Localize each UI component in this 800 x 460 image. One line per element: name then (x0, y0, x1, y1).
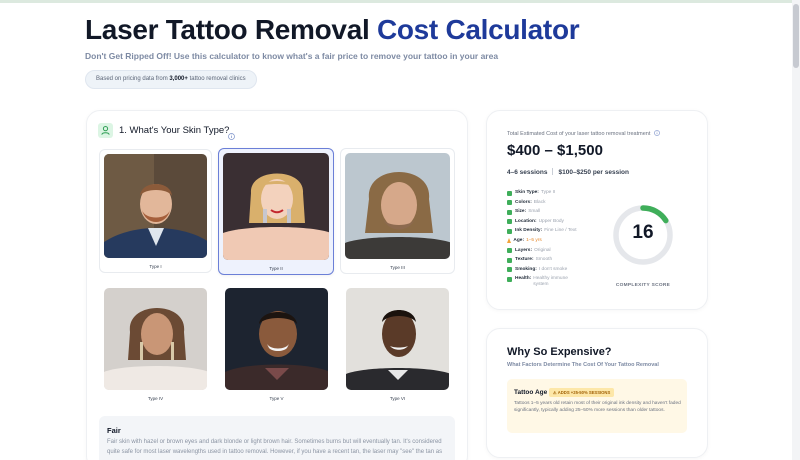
factor-value: Healthy immune system (533, 276, 568, 287)
scrollbar-thumb[interactable] (793, 4, 799, 68)
scrollbar[interactable] (792, 0, 800, 460)
person-icon (98, 123, 113, 138)
factor-value: Upper Body (538, 218, 564, 224)
checkmark-icon (507, 190, 512, 196)
top-accent-line (0, 0, 800, 3)
cost-info-icon[interactable] (654, 130, 660, 136)
factor-value: Small (528, 209, 541, 215)
tattoo-age-badge: ⚠ ADDS +25-50% SESSIONS (549, 388, 615, 397)
pill-prefix: Based on pricing data from (96, 76, 170, 82)
skin-type-option-4[interactable]: Type IV (99, 283, 212, 405)
tattoo-age-text: Tattoos 1–5 years old retain most of the… (514, 401, 681, 414)
cost-heading: Total Estimated Cost of your laser tatto… (507, 130, 660, 137)
factor-value: Type II (540, 190, 556, 195)
data-source-pill: Based on pricing data from 3,000+ tattoo… (85, 70, 257, 89)
skin-type-label-6: Type VI (389, 396, 406, 401)
skin-type-option-5[interactable]: Type V (220, 283, 333, 405)
checkmark-icon (507, 228, 512, 234)
pill-count: 3,000+ (169, 76, 188, 82)
factor-key: Health: (515, 276, 532, 282)
page-subtitle: Don't Get Ripped Off! Use this calculato… (85, 51, 499, 61)
skin-type-label-3: Type III (390, 265, 405, 270)
page-title-main: Laser Tattoo Removal (85, 14, 377, 45)
factor-row: Ink Density: Fine Line / Text (507, 228, 602, 238)
why-expensive-title: Why So Expensive? (507, 346, 612, 358)
complexity-score-label: COMPLEXITY SCORE (615, 283, 671, 288)
factor-key: Ink Density: (515, 228, 543, 234)
factor-value: Fine Line / Text (544, 228, 577, 234)
skin-type-photo-5 (225, 288, 328, 390)
warning-icon (507, 238, 511, 244)
sessions-count: 4–6 sessions (507, 169, 548, 176)
skin-type-label-2: Type II (269, 266, 283, 271)
checkmark-icon (507, 276, 512, 282)
skin-type-description-title: Fair (107, 426, 121, 435)
factor-row: Layers: Original (507, 248, 602, 258)
checkmark-icon (507, 200, 512, 206)
factor-value: I don't smoke (538, 266, 568, 272)
skin-type-photo-1 (104, 154, 207, 258)
tattoo-age-heading: Tattoo Age (514, 389, 548, 396)
skin-type-description-text: Fair skin with hazel or brown eyes and d… (107, 439, 443, 455)
factor-key: Smoking: (515, 266, 537, 272)
factor-list: Skin Type: Type II Colors: Black Size: Small L… (507, 190, 602, 292)
page-title-accent: Cost Calculator (376, 14, 580, 45)
skin-type-photo-4 (104, 288, 207, 390)
why-expensive-subtitle: What Factors Determine The Cost Of Your … (507, 362, 659, 368)
factor-key: Texture: (515, 257, 534, 263)
checkmark-icon (507, 267, 512, 273)
skin-type-option-6[interactable]: Type VI (341, 283, 454, 405)
factor-key: Skin Type: (515, 190, 539, 195)
factor-key: Location: (515, 218, 537, 224)
checkmark-icon (507, 248, 512, 254)
info-icon[interactable] (228, 127, 235, 145)
checkmark-icon (507, 219, 512, 225)
factor-row: Location: Upper Body (507, 219, 602, 229)
meta-divider (552, 168, 554, 175)
factor-row: Age: 1–5 yrs (507, 238, 602, 248)
skin-type-option-1[interactable]: Type I (99, 149, 212, 273)
factor-key: Layers: (515, 247, 533, 253)
checkmark-icon (507, 257, 512, 263)
skin-type-photo-6 (346, 288, 449, 390)
skin-type-heading: 1. What's Your Skin Type? (119, 125, 230, 136)
skin-type-photo-2 (223, 153, 329, 260)
cost-heading-text: Total Estimated Cost of your laser tatto… (507, 131, 651, 137)
factor-key: Size: (515, 209, 527, 215)
factor-row: Size: Small (507, 209, 602, 219)
cost-range: $400 – $1,500 (507, 142, 603, 159)
factor-row: Health: Healthy immune system (507, 276, 602, 292)
skin-type-photo-3 (345, 153, 450, 259)
factor-value: Original (534, 247, 551, 253)
skin-type-option-2[interactable]: Type II (218, 148, 334, 275)
factor-value: 1–5 yrs (526, 237, 542, 243)
factor-key: Age: (513, 237, 525, 243)
factor-value: Black (533, 199, 546, 205)
skin-type-label-1: Type I (149, 264, 162, 269)
factor-row: Colors: Black (507, 200, 602, 210)
skin-type-label-4: Type IV (147, 396, 164, 401)
cost-meta: 4–6 sessions $100–$250 per session (507, 168, 629, 176)
checkmark-icon (507, 209, 512, 215)
skin-type-option-3[interactable]: Type III (340, 148, 455, 274)
page-title: Laser Tattoo Removal Cost Calculator (85, 14, 580, 46)
factor-row: Texture: Smooth (507, 257, 602, 267)
per-session-price: $100–$250 per session (558, 169, 629, 176)
factor-row: Smoking: I don't smoke (507, 267, 602, 277)
pill-suffix: tattoo removal clinics (187, 76, 246, 82)
factor-value: Smooth (535, 257, 553, 263)
skin-type-label-5: Type V (269, 396, 284, 401)
factor-row: Skin Type: Type II (507, 190, 602, 200)
factor-key: Colors: (515, 199, 532, 205)
complexity-score: 16 (632, 222, 654, 243)
